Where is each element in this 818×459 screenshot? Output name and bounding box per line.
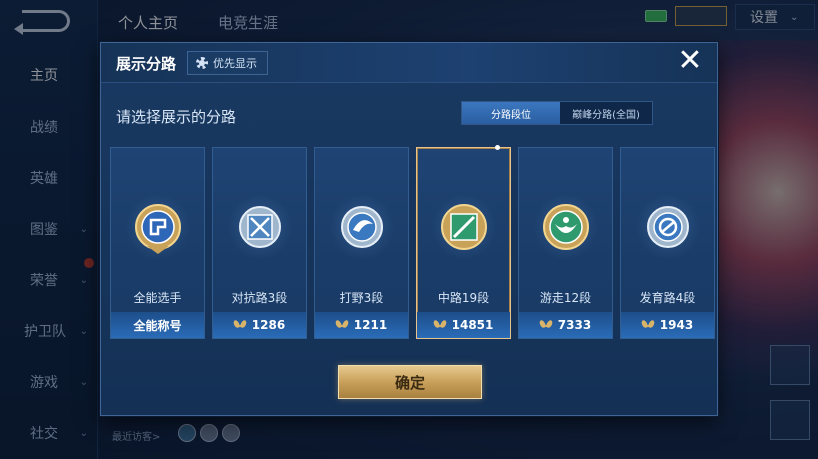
- lane-footer: 1286: [213, 312, 306, 338]
- dialog-title: 展示分路: [116, 55, 177, 73]
- lane-card-roam[interactable]: 游走12段 7333: [518, 147, 613, 339]
- lane-footer: 14851: [417, 312, 510, 338]
- toggle-lane-rank[interactable]: 分路段位: [462, 102, 560, 124]
- lane-name: 打野3段: [339, 291, 384, 305]
- lane-card-clash[interactable]: 对抗路3段 1286: [212, 147, 307, 339]
- confirm-button[interactable]: 确定: [338, 365, 482, 399]
- dialog-subtitle: 请选择展示的分路: [116, 108, 237, 126]
- lane-card-allround[interactable]: 全能选手 全能称号: [110, 147, 205, 339]
- lane-footer: 1943: [621, 312, 714, 338]
- gear-icon: [196, 57, 208, 69]
- lane-name: 对抗路3段: [231, 291, 288, 305]
- farm-lane-emblem-icon: [635, 194, 701, 260]
- allround-emblem-icon: [125, 194, 191, 260]
- close-icon[interactable]: ✕: [675, 46, 705, 77]
- rank-points-icon: [336, 320, 348, 330]
- lane-card-farm[interactable]: 发育路4段 1943: [620, 147, 715, 339]
- lane-footer: 1211: [315, 312, 408, 338]
- priority-display-label: 优先显示: [213, 57, 257, 70]
- clash-lane-emblem-icon: [227, 194, 293, 260]
- lane-card-jungle[interactable]: 打野3段 1211: [314, 147, 409, 339]
- lane-name: 全能选手: [133, 291, 182, 305]
- selected-marker: [495, 145, 500, 150]
- mid-lane-emblem-icon: [431, 194, 497, 260]
- lane-footer-text: 全能称号: [133, 318, 182, 333]
- lane-card-mid[interactable]: 中路19段 14851: [416, 145, 511, 339]
- lane-mode-toggle[interactable]: 分路段位 巅峰分路(全国): [461, 101, 653, 125]
- dialog-header: 展示分路 优先显示 ✕: [101, 43, 717, 83]
- lane-footer-text: 1286: [251, 318, 286, 332]
- lane-footer-text: 1943: [659, 318, 694, 332]
- priority-display-button[interactable]: 优先显示: [187, 51, 268, 75]
- lane-display-dialog: 展示分路 优先显示 ✕ 请选择展示的分路 分路段位 巅峰分路(全国) 全能选手 …: [100, 42, 718, 416]
- toggle-peak-lane[interactable]: 巅峰分路(全国): [560, 102, 652, 124]
- jungle-emblem-icon: [329, 194, 395, 260]
- rank-points-icon: [234, 320, 246, 330]
- rank-points-icon: [540, 320, 552, 330]
- lane-footer-text: 7333: [557, 318, 592, 332]
- lane-name: 发育路4段: [639, 291, 696, 305]
- lane-card-list: 全能选手 全能称号 对抗路3段 1286 打野3段 1211 中路19段 148…: [110, 145, 715, 339]
- lane-name: 游走12段: [539, 291, 592, 305]
- rank-points-icon: [434, 320, 446, 330]
- lane-footer-text: 14851: [451, 318, 494, 332]
- lane-footer-text: 1211: [353, 318, 388, 332]
- lane-name: 中路19段: [437, 291, 490, 305]
- rank-points-icon: [642, 320, 654, 330]
- lane-footer: 全能称号: [111, 312, 204, 338]
- lane-footer: 7333: [519, 312, 612, 338]
- roam-emblem-icon: [533, 194, 599, 260]
